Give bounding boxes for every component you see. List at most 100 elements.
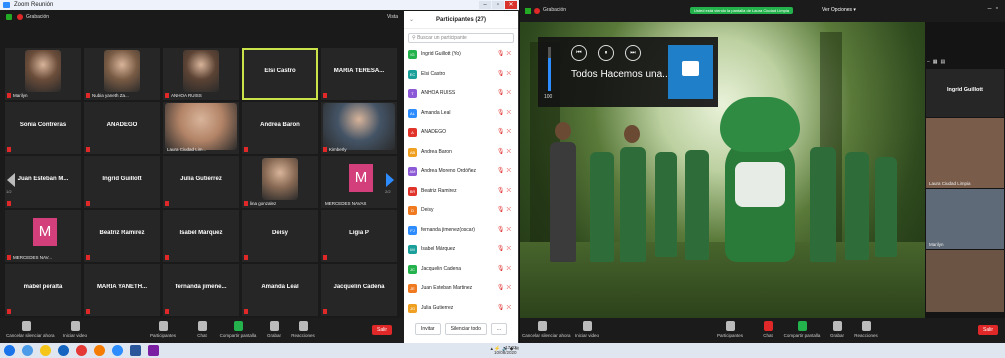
taskbar-clock[interactable]: 17:02 10/08/2020 bbox=[494, 345, 517, 355]
participant-list-item[interactable]: D Deisy 🎙⛌ bbox=[404, 201, 518, 221]
chat-button[interactable]: Chat bbox=[760, 321, 776, 338]
view-options-button[interactable]: Ver Opciones ▾ bbox=[822, 7, 856, 13]
window-title: Zoom Reunión bbox=[14, 2, 54, 8]
video-tile[interactable]: Nubia yaneth Za... bbox=[84, 48, 160, 100]
participants-button[interactable]: Participantes bbox=[715, 321, 745, 338]
leave-button[interactable]: Salir bbox=[978, 325, 998, 335]
participant-avatar: JE bbox=[408, 284, 417, 293]
file-explorer-icon[interactable] bbox=[40, 345, 51, 356]
video-tile[interactable]: Juan Esteban M... bbox=[5, 156, 81, 208]
chevron-down-icon[interactable]: ⌄ bbox=[409, 11, 414, 29]
edge-icon[interactable] bbox=[58, 345, 69, 356]
maximize-icon[interactable]: ▫ bbox=[996, 5, 1002, 12]
invite-button[interactable]: Invitar bbox=[414, 323, 441, 335]
mute-all-button[interactable]: Silenciar todo bbox=[444, 323, 487, 335]
start-video-button[interactable]: Iniciar video bbox=[60, 321, 90, 338]
chat-button[interactable]: Chat bbox=[192, 321, 212, 338]
taskview-icon[interactable] bbox=[22, 345, 33, 356]
zoom-taskbar-icon[interactable] bbox=[112, 345, 123, 356]
video-tile[interactable]: fernanda jimene... bbox=[163, 264, 239, 316]
participant-list-item[interactable]: IG Ingrid Guillott (Yo) 🎙⛌ bbox=[404, 45, 518, 65]
maximize-button[interactable]: ▫ bbox=[492, 1, 504, 9]
video-tile[interactable]: mabel peralta bbox=[5, 264, 81, 316]
reactions-button[interactable]: Reacciones bbox=[854, 321, 878, 338]
video-tile[interactable]: Isabel Márquez bbox=[163, 210, 239, 262]
participant-list-item[interactable]: AB Andrea Baron 🎙⛌ bbox=[404, 143, 518, 163]
reactions-button[interactable]: Reacciones bbox=[290, 321, 316, 338]
video-tile[interactable]: Marilyn bbox=[5, 48, 81, 100]
app-icon[interactable] bbox=[148, 345, 159, 356]
participant-list-item[interactable]: FJ fernanda jimenez(oscar) 🎙⛌ bbox=[404, 221, 518, 241]
chrome-icon[interactable] bbox=[76, 345, 87, 356]
unmute-button[interactable]: Cancelar silenciar ahora bbox=[522, 321, 571, 338]
video-tile[interactable]: Amanda Leal bbox=[242, 264, 318, 316]
participant-list-item[interactable]: JE Juan Esteban Martinez 🎙⛌ bbox=[404, 279, 518, 299]
video-tile[interactable]: ANADEGO bbox=[84, 102, 160, 154]
prev-page-arrow-icon[interactable] bbox=[7, 173, 15, 187]
video-tile[interactable]: Elsi Castro bbox=[242, 48, 318, 100]
shield-icon[interactable] bbox=[525, 8, 531, 14]
video-tile[interactable]: lina gonzalez bbox=[242, 156, 318, 208]
start-icon[interactable] bbox=[4, 345, 15, 356]
participant-list-item[interactable]: AL Amanda Leal 🎙⛌ bbox=[404, 104, 518, 124]
video-tile[interactable] bbox=[926, 250, 1004, 312]
minimize-button[interactable]: – bbox=[479, 1, 491, 9]
gallery-icon[interactable]: ▤ bbox=[941, 59, 949, 65]
video-tile[interactable]: Jacquelin Cadena bbox=[321, 264, 397, 316]
video-tile[interactable]: Ingrid Guillott bbox=[926, 69, 1004, 117]
participant-list-item[interactable]: JC Jacquelin Cadena 🎙⛌ bbox=[404, 260, 518, 280]
participant-list-item[interactable]: IM Isabel Márquez 🎙⛌ bbox=[404, 240, 518, 260]
more-options-button[interactable]: ... bbox=[490, 323, 508, 335]
participant-name: Isabel Márquez bbox=[421, 246, 456, 252]
participant-label: Laura Ciudad Lim... bbox=[167, 147, 207, 152]
record-button[interactable]: Grabar bbox=[264, 321, 284, 338]
share-screen-label: Compartir pantalla bbox=[783, 333, 821, 338]
share-screen-button[interactable]: Compartir pantalla bbox=[782, 321, 822, 338]
participant-avatar: BR bbox=[408, 186, 417, 196]
volume-slider[interactable] bbox=[548, 47, 551, 91]
video-tile[interactable]: Andrea Baron bbox=[242, 102, 318, 154]
next-track-icon[interactable]: ⏭ bbox=[625, 45, 641, 61]
video-tile[interactable]: Marilyn bbox=[926, 189, 1004, 249]
video-tile[interactable]: Ligia P bbox=[321, 210, 397, 262]
video-tile[interactable]: Julia Gutierrez bbox=[163, 156, 239, 208]
share-screen-button[interactable]: Compartir pantalla bbox=[218, 321, 258, 338]
minimize-icon[interactable]: – bbox=[988, 5, 996, 12]
microphone-muted-icon bbox=[244, 309, 248, 314]
video-tile[interactable]: MARIA TERESA... bbox=[321, 48, 397, 100]
pause-icon[interactable]: ⏸ bbox=[598, 45, 614, 61]
video-tile[interactable]: Ingrid Guillott bbox=[84, 156, 160, 208]
unmute-button[interactable]: Cancelar silenciar ahora bbox=[6, 321, 55, 338]
participant-avatar: FJ bbox=[408, 225, 417, 235]
video-tile[interactable]: Deisy bbox=[242, 210, 318, 262]
next-page-arrow-icon[interactable] bbox=[386, 173, 394, 187]
video-tile[interactable]: Kimberly bbox=[321, 102, 397, 154]
firefox-icon[interactable] bbox=[94, 345, 105, 356]
view-button[interactable]: Vista bbox=[387, 11, 398, 23]
windows-taskbar: ▴ ⚡ 🔈 ◆ ✉ 17:02 10/08/2020 bbox=[0, 343, 1005, 358]
participant-search-input[interactable]: ⚲ Buscar un participante bbox=[408, 33, 514, 43]
video-tile[interactable]: Sonia Contreras bbox=[5, 102, 81, 154]
video-tile[interactable]: Laura Ciudad Lim... bbox=[163, 102, 239, 154]
close-button[interactable]: ✕ bbox=[505, 1, 517, 9]
leave-button[interactable]: Salir bbox=[372, 325, 392, 335]
participant-list-item[interactable]: AM Andrea Moreno Ordóñez 🎙⛌ bbox=[404, 162, 518, 182]
video-tile[interactable]: Laura Ciudad Limpia bbox=[926, 118, 1004, 188]
video-tile[interactable]: M MERCEDES NAV... bbox=[5, 210, 81, 262]
previous-track-icon[interactable]: ⏮ bbox=[571, 45, 587, 61]
participant-list-item[interactable]: EC Elsi Castro 🎙⛌ bbox=[404, 65, 518, 85]
participant-list-item[interactable]: A ANADEGO 🎙⛌ bbox=[404, 123, 518, 143]
word-icon[interactable] bbox=[130, 345, 141, 356]
participant-list-item[interactable]: JG Julia Gutierrez 🎙⛌ bbox=[404, 299, 518, 319]
shield-icon[interactable] bbox=[6, 14, 12, 20]
start-video-button[interactable]: Iniciar video bbox=[572, 321, 602, 338]
participant-list-item[interactable]: T ANHOA RUISS 🎙⛌ bbox=[404, 84, 518, 104]
participants-button[interactable]: Participantes bbox=[148, 321, 178, 338]
grid-icon[interactable]: ▦ bbox=[933, 59, 941, 65]
video-tile[interactable]: ANHOA RUISS bbox=[163, 48, 239, 100]
video-tile[interactable]: Beatriz Ramirez bbox=[84, 210, 160, 262]
person-figure bbox=[810, 147, 836, 262]
video-tile[interactable]: MARIA YANETH... bbox=[84, 264, 160, 316]
participant-list-item[interactable]: BR Beatriz Ramirez 🎙⛌ bbox=[404, 182, 518, 202]
record-button[interactable]: Grabar bbox=[828, 321, 846, 338]
